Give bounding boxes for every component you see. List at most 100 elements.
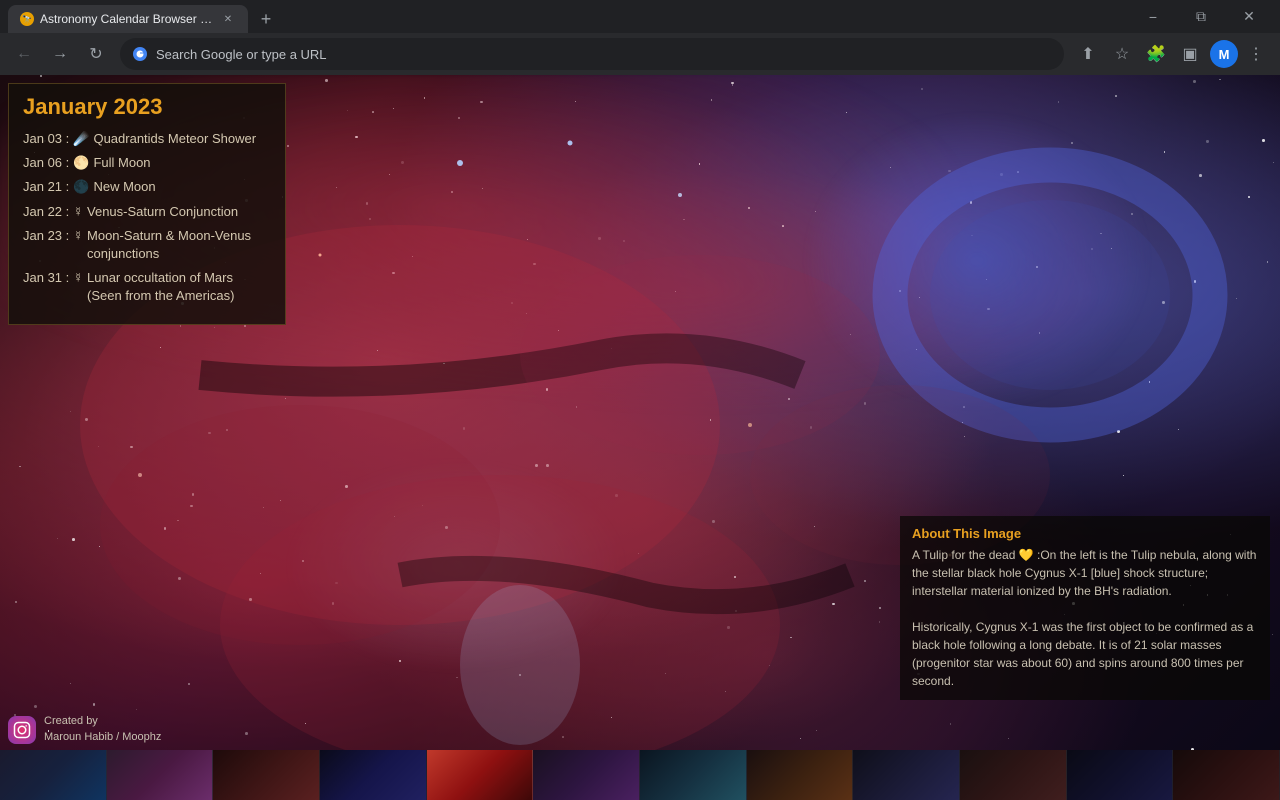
calendar-panel: January 2023 Jan 03 : ☄️ Quadrantids Met… (8, 83, 286, 325)
calendar-event-item: Jan 21 : 🌑 New Moon (23, 178, 271, 196)
star (832, 603, 834, 605)
tab-favicon: 🔭 (20, 12, 34, 26)
browser-chrome: 🔭 Astronomy Calendar Browser Ex... ✕ + −… (0, 0, 1280, 75)
about-desc-line1: A Tulip for the dead 💛 :On the left is t… (912, 548, 1256, 598)
star (34, 705, 37, 708)
event-date: Jan 06 : (23, 154, 69, 172)
calendar-month-year: January 2023 (23, 94, 271, 120)
event-date: Jan 22 : (23, 203, 69, 221)
star (864, 580, 866, 582)
star (1272, 634, 1273, 635)
creator-label: Created by (44, 715, 98, 727)
thumbnail-item[interactable] (1173, 750, 1280, 800)
event-icon: ☿ (73, 269, 83, 287)
calendar-event-item: Jan 03 : ☄️ Quadrantids Meteor Shower (23, 130, 271, 148)
star (725, 691, 726, 692)
star (879, 621, 881, 623)
star (305, 723, 306, 724)
event-date: Jan 23 : (23, 227, 69, 245)
close-button[interactable]: ✕ (1226, 0, 1272, 33)
tab-close-button[interactable]: ✕ (220, 11, 236, 27)
event-icon: ☄️ (73, 130, 89, 148)
creator-name: Maroun Habib / Moophz (44, 731, 161, 743)
nebula-blue (802, 111, 1152, 411)
title-bar: 🔭 Astronomy Calendar Browser Ex... ✕ + −… (0, 0, 1280, 33)
thumbnail-strip (0, 750, 1280, 800)
star (611, 717, 612, 718)
star (950, 723, 951, 724)
instagram-icon (8, 716, 36, 744)
star (136, 709, 137, 710)
thumbnail-item[interactable] (640, 750, 747, 800)
star (164, 527, 167, 530)
star (735, 610, 737, 612)
active-tab[interactable]: 🔭 Astronomy Calendar Browser Ex... ✕ (8, 5, 248, 33)
event-date: Jan 03 : (23, 130, 69, 148)
thumbnail-item[interactable] (427, 750, 534, 800)
thumbnail-item[interactable] (747, 750, 854, 800)
event-icon: 🌕 (73, 154, 89, 172)
toolbar-icons: ⬆ ☆ 🧩 ▣ M ⋮ (1072, 38, 1272, 70)
browser-toolbar: ← → ↻ Search Google or type a URL ⬆ ☆ 🧩 … (0, 33, 1280, 75)
star (816, 730, 817, 731)
creator-text: Created by Maroun Habib / Moophz (44, 714, 161, 745)
thumbnail-item[interactable] (853, 750, 960, 800)
star (188, 683, 190, 685)
window-controls: − ⧉ ✕ (1130, 0, 1272, 33)
star (72, 538, 75, 541)
tab-title: Astronomy Calendar Browser Ex... (40, 12, 214, 26)
menu-button[interactable]: ⋮ (1240, 38, 1272, 70)
thumbnail-item[interactable] (320, 750, 427, 800)
calendar-event-item: Jan 23 : ☿ Moon-Saturn & Moon-Venus conj… (23, 227, 271, 263)
star (57, 538, 58, 539)
calendar-event-item: Jan 06 : 🌕 Full Moon (23, 154, 271, 172)
google-icon (132, 46, 148, 62)
maximize-button[interactable]: ⧉ (1178, 0, 1224, 33)
thumbnail-item[interactable] (107, 750, 214, 800)
star (99, 546, 100, 547)
star (177, 520, 179, 522)
star (15, 601, 17, 603)
minimize-button[interactable]: − (1130, 0, 1176, 33)
star (769, 665, 770, 666)
tab-area: 🔭 Astronomy Calendar Browser Ex... ✕ + (8, 0, 1130, 33)
thumbnail-item[interactable] (960, 750, 1067, 800)
profile-button[interactable]: M (1210, 40, 1238, 68)
refresh-button[interactable]: ↻ (80, 38, 112, 70)
event-date: Jan 31 : (23, 269, 69, 287)
back-button[interactable]: ← (8, 38, 40, 70)
star (712, 520, 715, 523)
forward-button[interactable]: → (44, 38, 76, 70)
star (665, 673, 666, 674)
bookmark-button[interactable]: ☆ (1106, 38, 1138, 70)
creator-credit: Created by Maroun Habib / Moophz (8, 714, 161, 745)
nebula-cloud (256, 441, 656, 691)
event-text: Full Moon (93, 154, 150, 172)
star (734, 576, 736, 578)
star (178, 577, 181, 580)
event-text: Quadrantids Meteor Shower (93, 130, 256, 148)
extensions-button[interactable]: 🧩 (1140, 38, 1172, 70)
event-text: Lunar occultation of Mars (Seen from the… (87, 269, 271, 305)
thumbnail-item[interactable] (0, 750, 107, 800)
star (790, 637, 792, 639)
thumbnail-item[interactable] (213, 750, 320, 800)
calendar-event-item: Jan 22 : ☿ Venus-Saturn Conjunction (23, 203, 271, 221)
sidebar-button[interactable]: ▣ (1174, 38, 1206, 70)
event-icon: ☿ (73, 227, 83, 245)
event-text: Moon-Saturn & Moon-Venus conjunctions (87, 227, 271, 263)
star (800, 738, 801, 739)
star (727, 626, 729, 628)
star (93, 703, 95, 705)
thumbnail-item[interactable] (1067, 750, 1174, 800)
thumbnail-item[interactable] (533, 750, 640, 800)
address-bar[interactable]: Search Google or type a URL (120, 38, 1064, 70)
about-title: About This Image (912, 526, 1258, 541)
new-tab-button[interactable]: + (252, 5, 280, 33)
about-desc-line2: Historically, Cygnus X-1 was the first o… (912, 620, 1253, 688)
about-description: A Tulip for the dead 💛 :On the left is t… (912, 546, 1258, 690)
share-button[interactable]: ⬆ (1072, 38, 1104, 70)
event-icon: ☿ (73, 203, 83, 221)
star (1008, 738, 1009, 739)
main-content: January 2023 Jan 03 : ☄️ Quadrantids Met… (0, 75, 1280, 800)
